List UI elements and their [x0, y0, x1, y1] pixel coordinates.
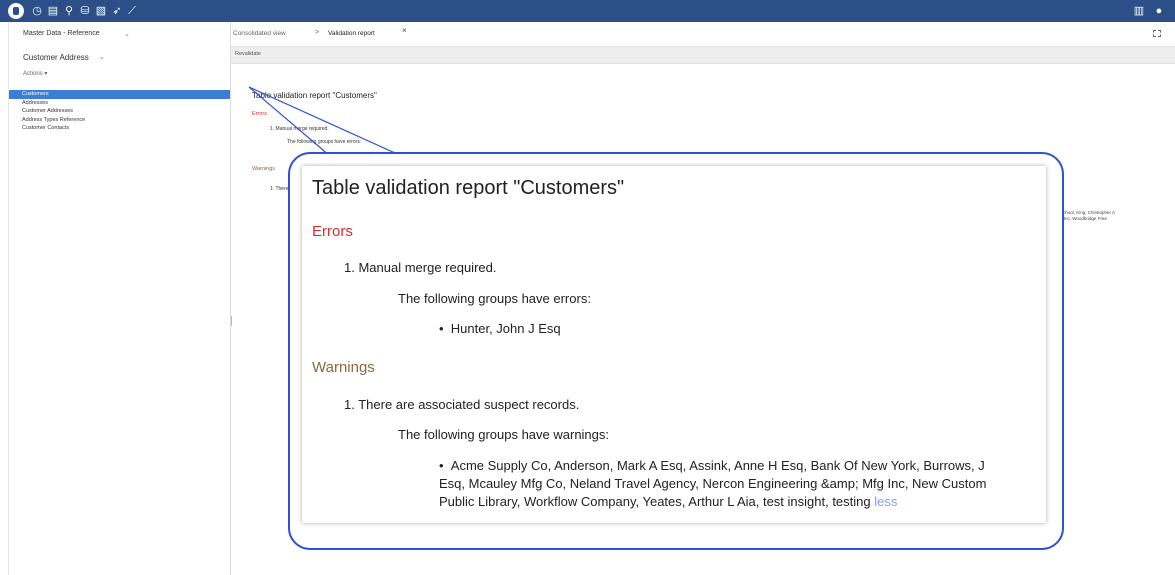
warning-item: 1. There are associated suspect records.	[344, 397, 580, 412]
error-subtext: The following groups have errors:	[398, 291, 591, 306]
errors-heading: Errors	[312, 223, 353, 240]
warning-groups-line: Public Library, Workflow Company, Yeates…	[439, 493, 1046, 511]
error-group-item: • Hunter, John J Esq	[439, 321, 561, 336]
warning-subtext: The following groups have warnings:	[398, 427, 610, 442]
error-item: 1. Manual merge required.	[344, 260, 497, 275]
report-title: Table validation report "Customers"	[312, 177, 625, 199]
less-link[interactable]: less	[874, 494, 897, 509]
report-zoomed-panel: Table validation report "Customers" Erro…	[302, 166, 1046, 523]
error-group-name: Hunter, John J Esq	[450, 321, 561, 336]
warning-groups-text: Public Library, Workflow Company, Yeates…	[439, 494, 875, 509]
connector-line	[248, 86, 396, 154]
zoom-callout: Table validation report "Customers" Erro…	[288, 152, 1064, 550]
connector-line	[248, 86, 331, 157]
warning-groups-text: Acme Supply Co, Anderson, Mark A Esq, As…	[450, 458, 985, 473]
warning-groups-line: Esq, Mcauley Mfg Co, Neland Travel Agenc…	[439, 476, 987, 491]
warnings-heading: Warnings	[312, 359, 375, 376]
warning-groups-line: • Acme Supply Co, Anderson, Mark A Esq, …	[439, 458, 985, 473]
warning-groups-list: • Acme Supply Co, Anderson, Mark A Esq, …	[439, 457, 1046, 511]
